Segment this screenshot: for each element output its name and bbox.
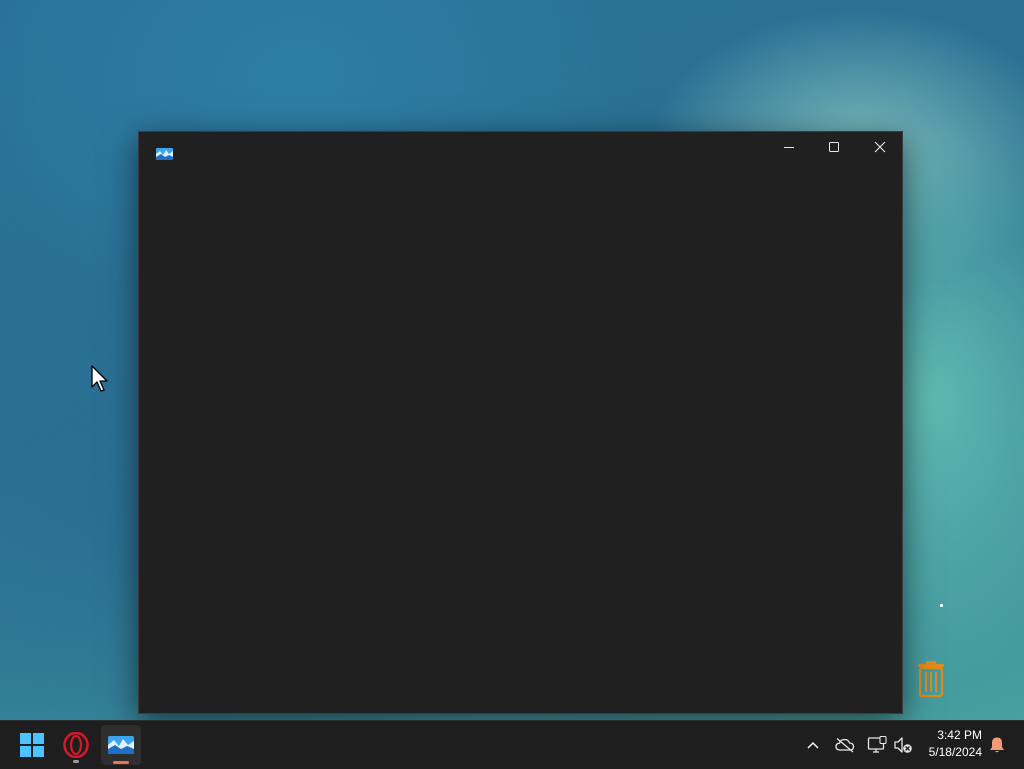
close-button[interactable] <box>857 132 903 161</box>
start-button[interactable] <box>12 725 52 765</box>
window-content <box>139 162 902 713</box>
volume-status[interactable] <box>891 733 915 757</box>
app-window[interactable] <box>138 131 903 714</box>
close-icon <box>874 141 886 152</box>
onedrive-status[interactable] <box>833 733 857 757</box>
maximize-button[interactable] <box>811 132 857 161</box>
notification-center-button[interactable] <box>985 733 1009 757</box>
opera-icon <box>63 732 89 758</box>
system-clock[interactable]: 3:42 PM 5/18/2024 <box>918 727 982 761</box>
network-status[interactable] <box>865 733 889 757</box>
window-titlebar[interactable] <box>139 132 902 162</box>
running-indicator <box>73 760 79 763</box>
clock-time: 3:42 PM <box>937 728 982 742</box>
volume-muted-icon <box>894 737 912 753</box>
network-icon <box>867 736 887 753</box>
photos-app-icon <box>108 736 134 754</box>
clock-date: 5/18/2024 <box>928 745 982 759</box>
taskbar-photos-app[interactable] <box>101 725 141 765</box>
windows-logo-icon <box>20 733 44 757</box>
photos-app-icon <box>156 148 173 160</box>
taskbar-opera-browser[interactable] <box>56 725 96 765</box>
active-indicator <box>113 761 129 764</box>
minimize-icon <box>784 146 794 148</box>
notification-bell-icon <box>990 737 1004 753</box>
mouse-pointer-icon <box>91 365 108 392</box>
maximize-icon <box>829 141 839 152</box>
chevron-up-icon <box>807 742 819 749</box>
recycle-bin-icon[interactable] <box>914 660 948 698</box>
desktop-speck <box>940 604 943 607</box>
cloud-off-icon <box>835 738 855 753</box>
taskbar: 3:42 PM 5/18/2024 <box>0 720 1024 769</box>
show-hidden-icons-button[interactable] <box>801 733 825 757</box>
minimize-button[interactable] <box>766 132 812 161</box>
